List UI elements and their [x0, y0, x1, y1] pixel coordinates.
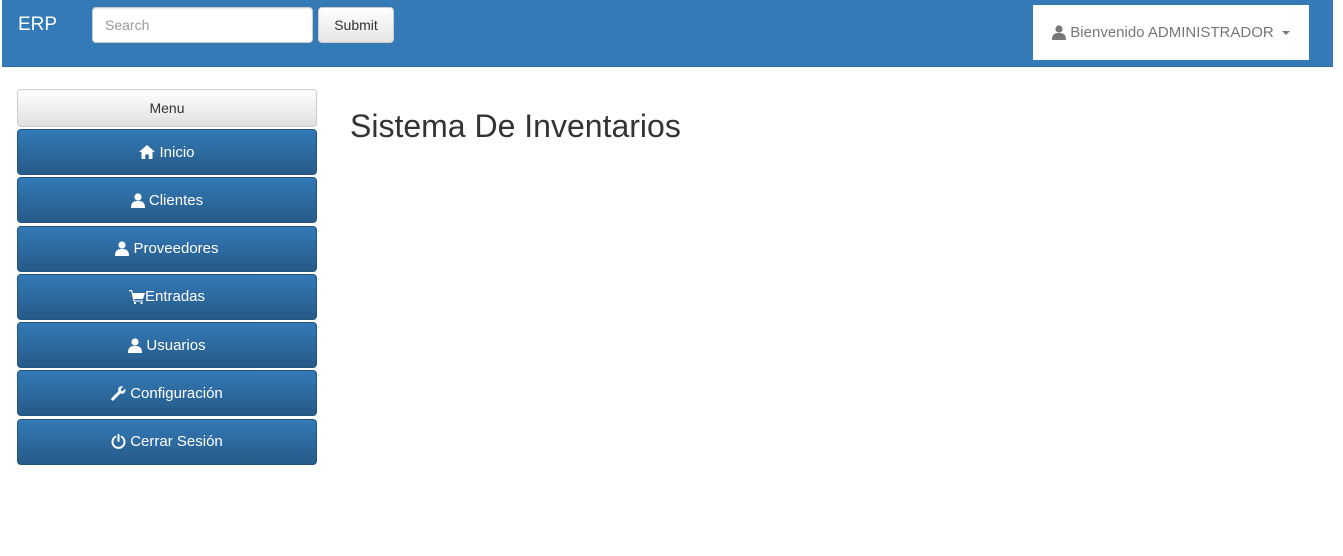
sidebar-item-label: Proveedores: [133, 240, 219, 258]
search-input[interactable]: [92, 7, 313, 43]
user-icon: [130, 193, 145, 208]
sidebar-item-proveedores[interactable]: Proveedores: [17, 225, 317, 272]
user-icon: [1052, 25, 1067, 40]
sidebar-menu: Menu Inicio Clientes Proveedores Entrada…: [17, 89, 317, 467]
user-dropdown-label: Bienvenido ADMINISTRADOR: [1070, 24, 1274, 41]
user-icon: [115, 241, 130, 257]
sidebar-item-label: Configuración: [130, 384, 223, 402]
top-navbar: ERP Submit Bienvenido ADMINISTRADOR: [2, 0, 1333, 67]
sidebar-item-label: Usuarios: [146, 336, 206, 354]
page-title: Sistema De Inventarios: [350, 108, 681, 144]
user-dropdown[interactable]: Bienvenido ADMINISTRADOR: [1033, 5, 1309, 60]
brand-link[interactable]: ERP: [18, 14, 57, 36]
sidebar-item-cerrar-sesion[interactable]: Cerrar Sesión: [17, 418, 317, 465]
sidebar-item-label: Clientes: [148, 191, 204, 209]
submit-button[interactable]: Submit: [318, 7, 394, 43]
sidebar-item-configuracion[interactable]: Configuración: [17, 370, 317, 417]
caret-down-icon: [1281, 30, 1290, 35]
sidebar-item-label: Cerrar Sesión: [130, 433, 223, 451]
menu-header: Menu: [17, 89, 317, 127]
sidebar-item-inicio[interactable]: Inicio: [17, 129, 317, 175]
user-icon: [128, 338, 143, 353]
sidebar-item-entradas[interactable]: Entradas: [17, 273, 317, 320]
cart-icon: [128, 289, 145, 304]
sidebar-item-label: Entradas: [144, 288, 206, 306]
power-icon: [111, 434, 126, 450]
home-icon: [139, 145, 156, 159]
wrench-icon: [111, 386, 126, 401]
sidebar-item-usuarios[interactable]: Usuarios: [17, 322, 317, 369]
sidebar-item-clientes[interactable]: Clientes: [17, 177, 317, 224]
sidebar-item-label: Inicio: [159, 143, 195, 161]
